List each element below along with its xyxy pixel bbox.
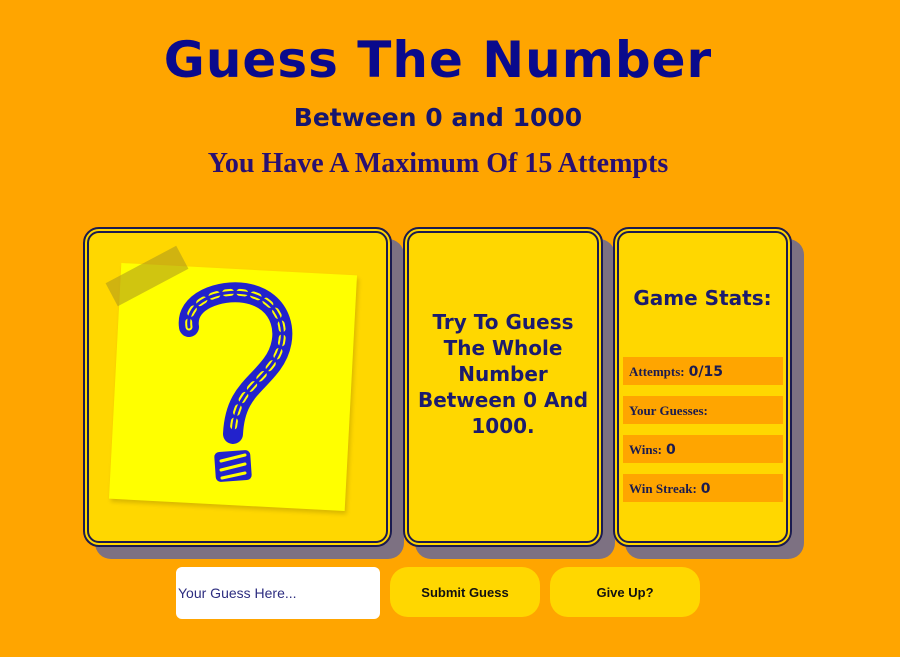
stat-guesses-label: Your Guesses:	[629, 403, 708, 418]
stats-card: Game Stats: Attempts: 0/15 Your Guesses: …	[613, 227, 792, 547]
stat-win-streak-label: Win Streak:	[629, 481, 697, 496]
stat-attempts-label: Attempts:	[629, 364, 685, 379]
give-up-button[interactable]: Give Up?	[550, 567, 700, 617]
page-title: Guess The Number	[163, 31, 713, 89]
question-mark-icon	[178, 282, 293, 482]
guess-input[interactable]	[176, 567, 380, 619]
stat-wins-value: 0	[666, 442, 676, 458]
stat-wins: Wins: 0	[623, 435, 783, 463]
stat-wins-label: Wins:	[629, 442, 662, 457]
max-attempts-text: You Have A Maximum Of 15 Attempts	[207, 148, 669, 179]
page-subtitle: Between 0 and 1000	[293, 103, 583, 132]
stats-title: Game Stats:	[633, 286, 772, 310]
stat-win-streak: Win Streak: 0	[623, 474, 783, 502]
instructions-text: Try To Guess The Whole Number Between 0 …	[417, 310, 589, 438]
instructions-card: Try To Guess The Whole Number Between 0 …	[403, 227, 603, 547]
stat-attempts-value: 0/15	[688, 364, 723, 380]
question-card	[83, 227, 392, 547]
stat-guesses: Your Guesses:	[623, 396, 783, 424]
stat-win-streak-value: 0	[700, 481, 711, 497]
submit-guess-button[interactable]: Submit Guess	[390, 567, 540, 617]
stat-attempts: Attempts: 0/15	[623, 357, 783, 385]
